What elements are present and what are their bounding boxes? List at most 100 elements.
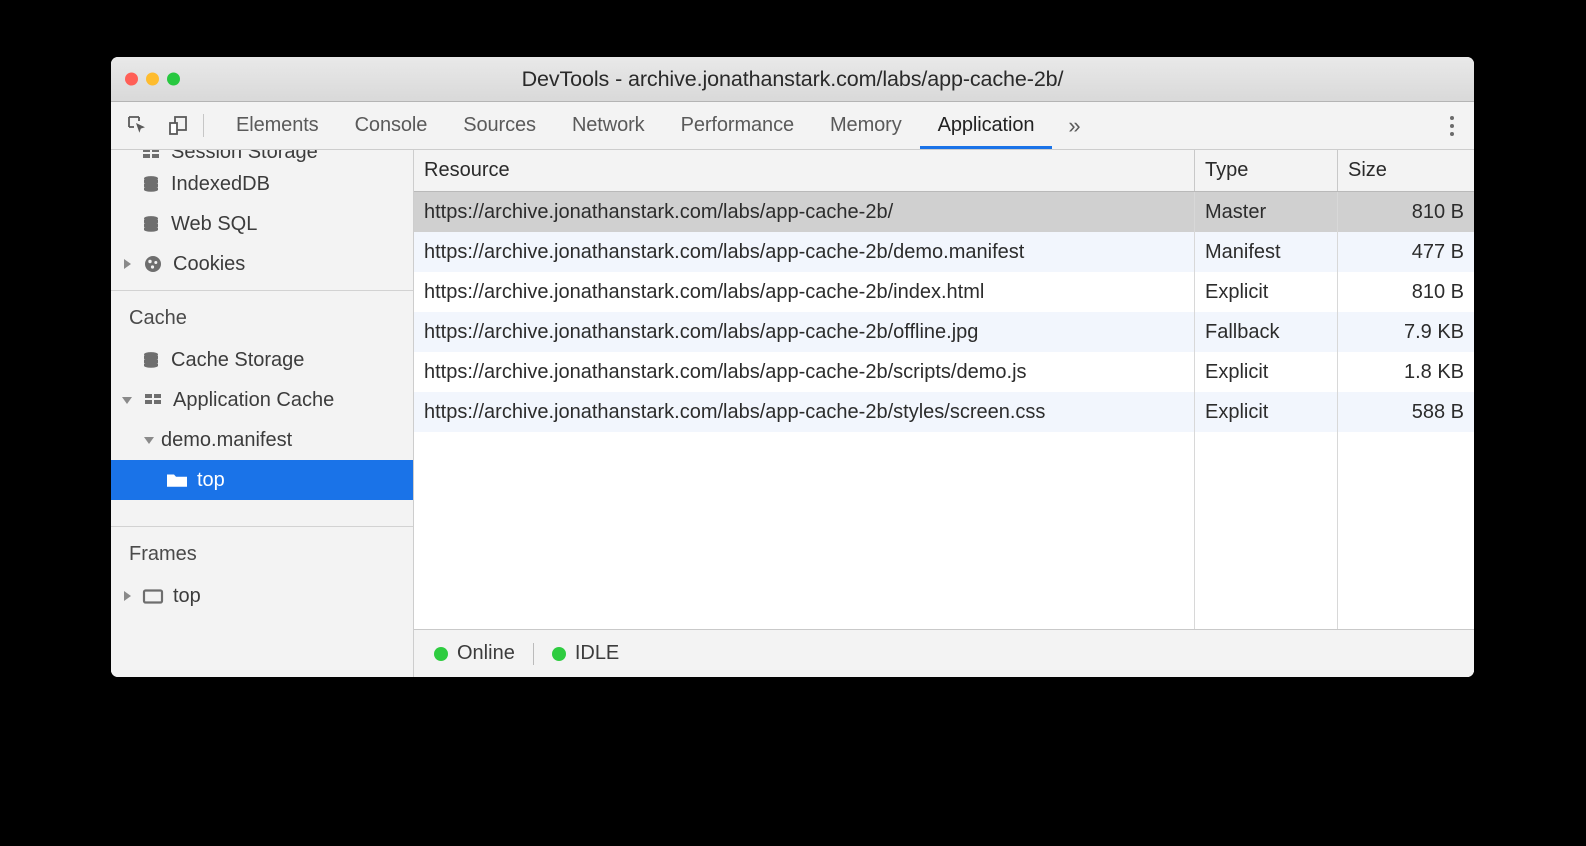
sidebar-section-frames: Frames [129,543,197,565]
cell-resource: https://archive.jonathanstark.com/labs/a… [414,272,1195,312]
table-header-row: Resource Type Size [414,150,1474,192]
cell-size: 7.9 KB [1403,320,1464,343]
tab-performance[interactable]: Performance [663,102,812,149]
filler-type-column [1195,432,1338,629]
column-header-size[interactable]: Size [1338,150,1474,191]
cell-size: 477 B [1411,240,1464,263]
tab-network[interactable]: Network [554,102,663,149]
cell-size: 810 B [1411,280,1464,303]
column-header-type[interactable]: Type [1195,150,1338,191]
kebab-dot [1450,123,1454,128]
cell-resource: https://archive.jonathanstark.com/labs/a… [414,312,1195,352]
filler-resource-column [414,432,1195,629]
tab-application[interactable]: Application [919,102,1053,149]
sidebar-item-top-frame[interactable]: top [111,576,413,616]
tab-memory[interactable]: Memory [812,102,920,149]
database-icon [137,214,165,234]
status-divider [532,642,534,665]
table-row[interactable]: https://archive.jonathanstark.com/labs/a… [414,312,1474,352]
chevron-down-icon[interactable] [137,436,161,444]
sidebar-item-label: Cookies [173,252,246,275]
table-row[interactable]: https://archive.jonathanstark.com/labs/a… [414,232,1474,272]
network-status: Online [434,642,533,665]
sidebar-item-label: top [197,468,225,491]
cell-type: Explicit [1195,392,1338,432]
table-empty-area [414,432,1474,629]
cache-status-label: IDLE [574,642,620,664]
kebab-dot [1450,115,1454,120]
close-window-button[interactable] [125,72,138,86]
sidebar-item-label: top [173,584,201,607]
sidebar-item-demo-manifest[interactable]: demo.manifest [111,420,413,460]
more-options-icon[interactable] [1430,115,1474,136]
cell-resource: https://archive.jonathanstark.com/labs/a… [414,352,1195,392]
zoom-window-button[interactable] [167,72,180,86]
devtools-body: Session Storage IndexedDB Web SQL Cookie… [111,150,1474,677]
sidebar-item-label: Application Cache [173,388,335,411]
sidebar-item-web-sql[interactable]: Web SQL [111,204,413,244]
minimize-window-button[interactable] [146,72,159,86]
more-tabs-icon[interactable]: » [1052,102,1096,149]
network-status-label: Online [457,642,515,664]
table-row[interactable]: https://archive.jonathanstark.com/labs/a… [414,192,1474,232]
sidebar-item-label: Session Storage [171,150,318,163]
folder-icon [163,470,191,490]
application-sidebar[interactable]: Session Storage IndexedDB Web SQL Cookie… [111,150,414,677]
toolbar-icon-group [111,102,197,149]
status-dot-icon [551,646,566,661]
table-row[interactable]: https://archive.jonathanstark.com/labs/a… [414,272,1474,312]
sidebar-item-cookies[interactable]: Cookies [111,244,413,284]
column-header-resource[interactable]: Resource [414,150,1195,191]
tab-console[interactable]: Console [337,102,446,149]
sidebar-item-label: IndexedDB [171,172,270,195]
sidebar-item-application-cache[interactable]: Application Cache [111,380,413,420]
database-icon [137,350,165,370]
cookie-icon [139,254,167,274]
window-title: DevTools - archive.jonathanstark.com/lab… [521,66,1064,91]
window-title-bar: DevTools - archive.jonathanstark.com/lab… [111,57,1474,102]
tab-elements[interactable]: Elements [218,102,337,149]
table-row[interactable]: https://archive.jonathanstark.com/labs/a… [414,392,1474,432]
sidebar-item-label: Cache Storage [171,348,305,371]
devtools-toolbar: Elements Console Sources Network Perform… [111,102,1474,150]
inspect-element-icon[interactable] [125,113,151,139]
sidebar-item-indexeddb[interactable]: IndexedDB [111,164,413,204]
cell-type: Fallback [1195,312,1338,352]
app-cache-resources-table: Resource Type Size https://archive.jonat… [414,150,1474,629]
database-icon [137,174,165,194]
filler-size-column [1338,432,1474,629]
sidebar-item-label: Web SQL [171,212,258,235]
toolbar-right-group [1417,102,1474,149]
chevron-right-icon[interactable] [115,591,139,601]
chevron-down-icon[interactable] [115,396,139,404]
sidebar-item-cache-storage[interactable]: Cache Storage [111,340,413,380]
sidebar-item-clipped[interactable]: Session Storage [111,150,413,164]
frame-icon [139,586,167,606]
cell-type: Manifest [1195,232,1338,272]
panel-tab-strip: Elements Console Sources Network Perform… [218,102,1097,149]
cell-size: 810 B [1411,200,1464,223]
cell-size: 588 B [1411,400,1464,423]
cache-status: IDLE [551,642,637,665]
cell-type: Explicit [1195,272,1338,312]
device-toolbar-icon[interactable] [165,113,191,139]
cell-type: Master [1195,192,1338,232]
cell-resource: https://archive.jonathanstark.com/labs/a… [414,192,1195,232]
traffic-lights [125,72,180,86]
devtools-window: DevTools - archive.jonathanstark.com/lab… [111,57,1474,677]
tab-sources[interactable]: Sources [445,102,554,149]
grid-icon [137,150,165,164]
sidebar-item-top-cache[interactable]: top [111,460,413,500]
sidebar-section-cache: Cache [129,307,187,329]
cell-resource: https://archive.jonathanstark.com/labs/a… [414,392,1195,432]
application-cache-panel: Resource Type Size https://archive.jonat… [414,150,1474,677]
toolbar-divider [203,114,204,137]
table-row[interactable]: https://archive.jonathanstark.com/labs/a… [414,352,1474,392]
cell-type: Explicit [1195,352,1338,392]
status-dot-icon [434,646,448,661]
cell-resource: https://archive.jonathanstark.com/labs/a… [414,232,1195,272]
chevron-right-icon[interactable] [115,259,139,269]
sidebar-item-label: demo.manifest [161,428,293,451]
cell-size: 1.8 KB [1403,360,1464,383]
kebab-dot [1450,131,1454,136]
